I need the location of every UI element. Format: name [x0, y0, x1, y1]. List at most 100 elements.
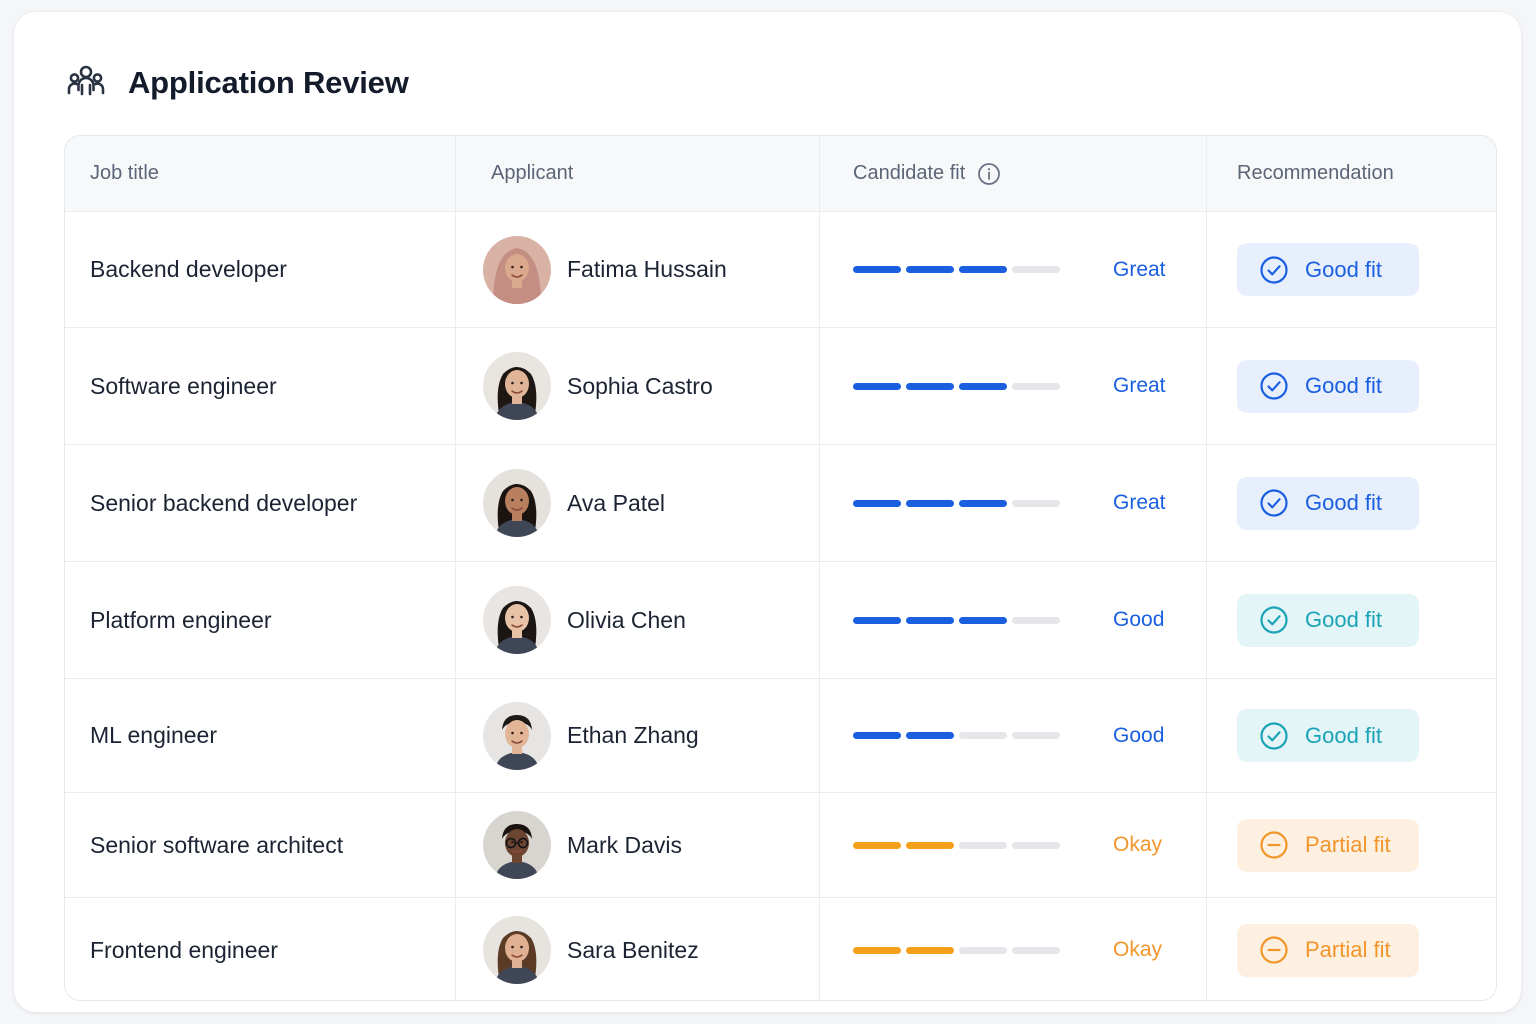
table-row[interactable]: ML engineer Ethan Zhang Good Good fit: [65, 679, 1496, 793]
fit-segment-empty: [1012, 732, 1060, 739]
fit-label: Great: [1113, 257, 1166, 281]
job-title-cell: ML engineer: [65, 679, 456, 792]
recommendation-badge[interactable]: Good fit: [1237, 243, 1419, 296]
fit-segment-empty: [1012, 946, 1060, 954]
fit-label: Good: [1113, 608, 1165, 631]
candidate-fit-cell: Good: [820, 679, 1207, 792]
fit-segment-filled: [959, 499, 1007, 507]
fit-segment-empty: [1012, 266, 1060, 273]
recommendation-badge[interactable]: Good fit: [1237, 476, 1419, 530]
avatar[interactable]: [483, 586, 551, 654]
fit-segment-empty: [1012, 382, 1060, 390]
recommendation-cell: Good fit: [1207, 212, 1496, 327]
avatar[interactable]: [483, 235, 551, 304]
application-review-card: Application Review Job title Applicant C…: [14, 12, 1521, 1012]
job-title: Platform engineer: [90, 606, 272, 633]
recommendation-badge[interactable]: Good fit: [1237, 359, 1419, 413]
column-header-candidate-fit[interactable]: Candidate fit: [820, 136, 1207, 211]
minus-circle-icon: [1259, 830, 1289, 860]
table-row[interactable]: Frontend engineer Sara Benitez Okay Part…: [65, 898, 1496, 1000]
avatar[interactable]: [483, 469, 551, 537]
applicant-cell[interactable]: Sara Benitez: [456, 898, 820, 1000]
job-title-cell: Platform engineer: [65, 562, 456, 678]
job-title-cell: Backend developer: [65, 212, 456, 327]
fit-segment-empty: [959, 946, 1007, 954]
column-header-recommendation[interactable]: Recommendation: [1207, 136, 1496, 211]
fit-segment-filled: [853, 616, 901, 624]
applications-table: Job title Applicant Candidate fit Recomm…: [64, 135, 1497, 1001]
info-icon[interactable]: [977, 162, 1001, 186]
candidate-fit-header-label: Candidate fit: [853, 162, 966, 184]
card-header: Application Review: [66, 62, 409, 104]
recommendation-badge[interactable]: Partial fit: [1237, 818, 1419, 872]
check-circle-icon: [1259, 721, 1289, 751]
fit-score-bar: [853, 732, 1060, 739]
job-title-cell: Senior backend developer: [65, 445, 456, 561]
applicant-cell[interactable]: Ethan Zhang: [456, 679, 820, 792]
candidate-fit-cell: Okay: [820, 898, 1207, 1000]
table-row[interactable]: Software engineer Sophia Castro Great Go…: [65, 328, 1496, 445]
table-row[interactable]: Senior backend developer Ava Patel Great…: [65, 445, 1496, 562]
fit-segment-filled: [853, 841, 901, 849]
applicant-cell[interactable]: Fatima Hussain: [456, 212, 820, 327]
fit-label: Good: [1113, 723, 1165, 747]
avatar[interactable]: [483, 916, 551, 984]
check-circle-icon: [1259, 605, 1289, 635]
fit-label: Great: [1113, 491, 1166, 514]
users-icon: [66, 63, 106, 103]
fit-segment-filled: [906, 946, 954, 954]
fit-segment-filled: [906, 266, 954, 273]
column-header-job-title[interactable]: Job title: [65, 136, 456, 211]
candidate-fit-cell: Okay: [820, 793, 1207, 897]
recommendation-label: Good fit: [1305, 256, 1383, 282]
avatar[interactable]: [483, 811, 551, 879]
fit-label: Okay: [1113, 833, 1163, 856]
table-row[interactable]: Platform engineer Olivia Chen Good Good …: [65, 562, 1496, 679]
job-title-cell: Software engineer: [65, 328, 456, 444]
fit-segment-empty: [959, 841, 1007, 849]
recommendation-badge[interactable]: Good fit: [1237, 593, 1419, 647]
fit-segment-empty: [1012, 841, 1060, 849]
fit-segment-empty: [1012, 499, 1060, 507]
fit-label: Great: [1113, 374, 1166, 397]
fit-segment-empty: [1012, 616, 1060, 624]
fit-segment-filled: [853, 946, 901, 954]
job-title-cell: Senior software architect: [65, 793, 456, 897]
job-title: Backend developer: [90, 256, 287, 282]
applicant-name[interactable]: Sophia Castro: [567, 373, 713, 400]
applicant-name[interactable]: Mark Davis: [567, 832, 682, 859]
candidate-fit-cell: Great: [820, 328, 1207, 444]
table-header-row: Job title Applicant Candidate fit Recomm…: [65, 136, 1496, 212]
avatar[interactable]: [483, 352, 551, 420]
fit-label: Okay: [1113, 938, 1163, 961]
applicant-cell[interactable]: Olivia Chen: [456, 562, 820, 678]
applicant-name[interactable]: Olivia Chen: [567, 607, 686, 634]
recommendation-label: Good fit: [1305, 373, 1383, 398]
applicant-cell[interactable]: Mark Davis: [456, 793, 820, 897]
fit-segment-filled: [906, 382, 954, 390]
applicant-name[interactable]: Ava Patel: [567, 490, 665, 517]
page-title: Application Review: [128, 65, 409, 100]
applicant-name[interactable]: Ethan Zhang: [567, 722, 699, 749]
fit-score-bar: [853, 616, 1060, 624]
recommendation-label: Good fit: [1305, 490, 1383, 515]
fit-score-bar: [853, 266, 1060, 273]
applicant-cell[interactable]: Ava Patel: [456, 445, 820, 561]
applicant-name[interactable]: Fatima Hussain: [567, 256, 727, 283]
fit-segment-filled: [853, 499, 901, 507]
recommendation-cell: Good fit: [1207, 679, 1496, 792]
applicant-name[interactable]: Sara Benitez: [567, 937, 699, 964]
fit-score-bar: [853, 382, 1060, 390]
table-row[interactable]: Backend developer Fatima Hussain Great G…: [65, 212, 1496, 328]
candidate-fit-cell: Great: [820, 445, 1207, 561]
recommendation-badge[interactable]: Partial fit: [1237, 923, 1419, 977]
avatar[interactable]: [483, 701, 551, 770]
recommendation-cell: Good fit: [1207, 445, 1496, 561]
fit-segment-filled: [853, 382, 901, 390]
fit-segment-filled: [959, 266, 1007, 273]
applicant-cell[interactable]: Sophia Castro: [456, 328, 820, 444]
recommendation-cell: Good fit: [1207, 328, 1496, 444]
recommendation-badge[interactable]: Good fit: [1237, 709, 1419, 762]
column-header-applicant[interactable]: Applicant: [456, 136, 820, 211]
table-row[interactable]: Senior software architect Mark Davis Oka…: [65, 793, 1496, 898]
